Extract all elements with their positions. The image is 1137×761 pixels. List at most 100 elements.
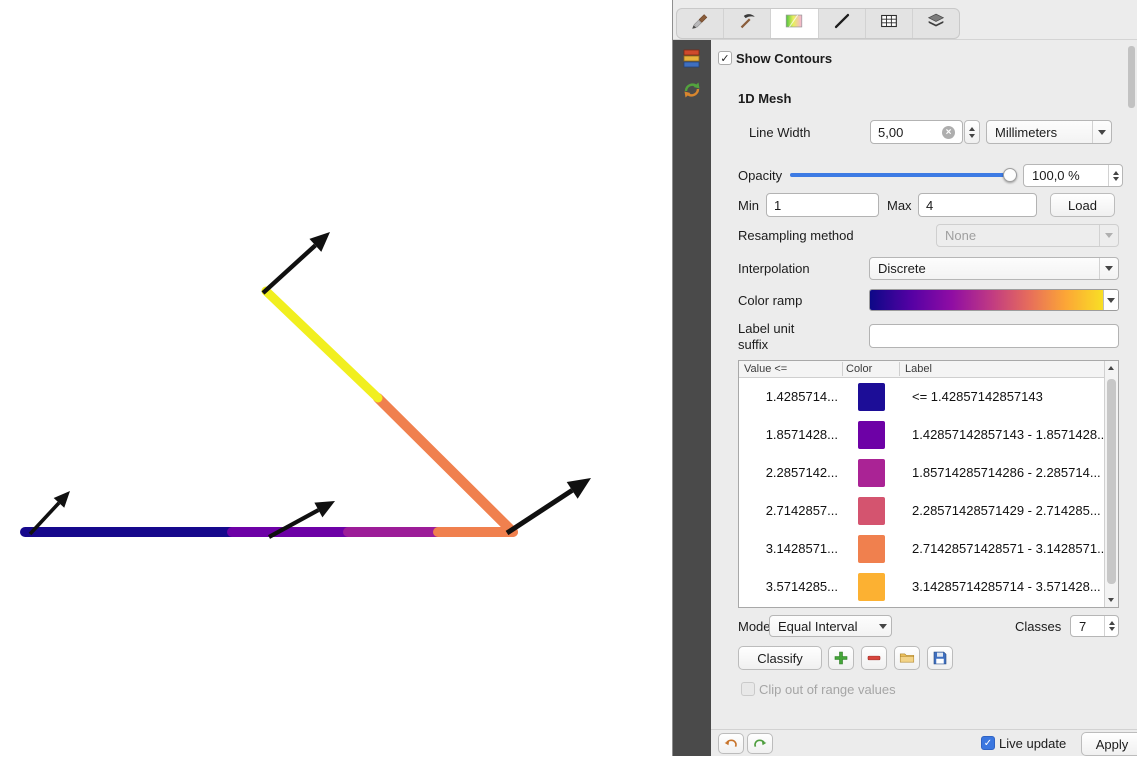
- clear-icon[interactable]: ×: [942, 126, 955, 139]
- scrollbar-thumb[interactable]: [1107, 379, 1116, 584]
- opacity-stepper[interactable]: [1108, 165, 1122, 186]
- classify-button[interactable]: Classify: [738, 646, 822, 670]
- table-row[interactable]: 3.1428571... 2.71428571428571 - 3.142857…: [740, 530, 1105, 568]
- color-ramp-menu-button[interactable]: [1103, 290, 1118, 310]
- step-up-icon: [1113, 171, 1119, 175]
- cell-value[interactable]: 2.2857142...: [740, 454, 838, 492]
- cell-label[interactable]: <= 1.42857142857143: [912, 378, 1043, 416]
- opacity-label: Opacity: [738, 168, 782, 183]
- label-unit-suffix-input[interactable]: [869, 324, 1119, 348]
- cell-label[interactable]: 2.28571428571429 - 2.714285...: [912, 492, 1101, 530]
- tab-stacked-averaging[interactable]: [913, 9, 959, 38]
- table-scrollbar[interactable]: [1104, 361, 1118, 607]
- line-width-unit-value: Millimeters: [987, 125, 1092, 140]
- header-label: Label: [905, 363, 932, 375]
- resampling-label: Resampling method: [738, 228, 854, 243]
- color-ramp-control[interactable]: [869, 289, 1119, 311]
- cell-label[interactable]: 1.85714285714286 - 2.285714...: [912, 454, 1101, 492]
- cell-value[interactable]: 1.8571428...: [740, 416, 838, 454]
- table-row[interactable]: 1.8571428... 1.42857142857143 - 1.857142…: [740, 416, 1105, 454]
- tab-mesh-frame[interactable]: [866, 9, 913, 38]
- opacity-slider[interactable]: [790, 166, 1017, 184]
- tab-contours[interactable]: [771, 9, 818, 38]
- classes-spinbox[interactable]: 7: [1070, 615, 1119, 637]
- styling-tabbar: [676, 8, 960, 39]
- color-swatch[interactable]: [858, 573, 885, 601]
- cell-value[interactable]: 3.1428571...: [740, 530, 838, 568]
- floppy-disk-icon: [931, 649, 949, 667]
- slider-handle[interactable]: [1003, 168, 1017, 182]
- redo-arrow-icon: [751, 735, 769, 753]
- layer-styling-panel: ✓ Show Contours 1D Mesh Line Width 5,00 …: [672, 0, 1137, 756]
- interpolation-combo[interactable]: Discrete: [869, 257, 1119, 280]
- tab-1d-lines[interactable]: [819, 9, 866, 38]
- layers-icon: [925, 10, 947, 37]
- table-row[interactable]: 2.2857142... 1.85714285714286 - 2.285714…: [740, 454, 1105, 492]
- refresh-arrows-icon: [680, 78, 704, 102]
- color-gradient-icon: [783, 10, 805, 37]
- mesh-svg: [0, 0, 672, 756]
- classes-value: 7: [1071, 619, 1104, 634]
- load-classes-button[interactable]: [894, 646, 920, 670]
- chevron-down-icon: [1107, 298, 1115, 303]
- chevron-down-icon: [1092, 121, 1111, 143]
- color-swatch[interactable]: [858, 535, 885, 563]
- remove-class-button[interactable]: [861, 646, 887, 670]
- cell-value[interactable]: 2.7142857...: [740, 492, 838, 530]
- line-width-unit-combo[interactable]: Millimeters: [986, 120, 1112, 144]
- mode-combo[interactable]: Equal Interval: [769, 615, 892, 637]
- load-button[interactable]: Load: [1050, 193, 1115, 217]
- tab-mesh-settings[interactable]: [724, 9, 771, 38]
- live-update-checkbox[interactable]: ✓: [981, 736, 995, 750]
- max-input[interactable]: 4: [918, 193, 1037, 217]
- classes-label: Classes: [1015, 619, 1061, 634]
- cell-label[interactable]: 1.42857142857143 - 1.8571428...: [912, 416, 1108, 454]
- show-contours-checkbox[interactable]: ✓: [718, 51, 732, 65]
- color-swatch[interactable]: [858, 383, 885, 411]
- step-down-icon: [1109, 627, 1115, 631]
- min-input[interactable]: 1: [766, 193, 879, 217]
- minus-icon: [865, 649, 883, 667]
- cell-label[interactable]: 2.71428571428571 - 3.1428571...: [912, 530, 1108, 568]
- color-swatch[interactable]: [858, 497, 885, 525]
- color-swatch[interactable]: [858, 459, 885, 487]
- column-divider: [842, 362, 843, 376]
- mesh-section-title: 1D Mesh: [738, 91, 791, 106]
- resampling-value: None: [937, 228, 1099, 243]
- tab-symbology[interactable]: [677, 9, 724, 38]
- add-class-button[interactable]: [828, 646, 854, 670]
- show-contours-label: Show Contours: [736, 51, 832, 66]
- cell-value[interactable]: 3.5714285...: [740, 568, 838, 606]
- map-canvas[interactable]: [0, 0, 672, 756]
- style-history-button[interactable]: [680, 78, 704, 102]
- line-width-input[interactable]: 5,00 ×: [870, 120, 963, 144]
- redo-button[interactable]: [747, 733, 773, 754]
- color-ramp-gradient[interactable]: [870, 290, 1103, 310]
- undo-button[interactable]: [718, 733, 744, 754]
- cell-value[interactable]: 1.4285714...: [740, 378, 838, 416]
- scroll-up-icon[interactable]: [1108, 366, 1114, 370]
- live-update-label: Live update: [999, 736, 1066, 751]
- cell-label[interactable]: 3.14285714285714 - 3.571428...: [912, 568, 1101, 606]
- grid-icon: [878, 10, 900, 37]
- label-unit-suffix-label: Label unit suffix: [738, 321, 816, 353]
- panel-side-strip: [673, 40, 711, 756]
- opacity-spinbox[interactable]: 100,0 %: [1023, 164, 1123, 187]
- panel-scrollbar-thumb[interactable]: [1128, 46, 1135, 108]
- scroll-down-icon[interactable]: [1108, 598, 1114, 602]
- bottom-divider: [711, 729, 1137, 730]
- line-width-stepper[interactable]: [964, 120, 980, 144]
- mode-value: Equal Interval: [770, 619, 875, 634]
- classes-stepper[interactable]: [1104, 616, 1118, 636]
- max-label: Max: [887, 198, 912, 213]
- folder-icon: [898, 649, 916, 667]
- color-swatch[interactable]: [858, 421, 885, 449]
- apply-button[interactable]: Apply: [1081, 732, 1137, 756]
- line-width-value: 5,00: [878, 125, 942, 140]
- save-classes-button[interactable]: [927, 646, 953, 670]
- classes-table: Value <= Color Label 1.4285714... <= 1.4…: [738, 360, 1119, 608]
- table-row[interactable]: 3.5714285... 3.14285714285714 - 3.571428…: [740, 568, 1105, 606]
- layer-symbology-button[interactable]: [680, 46, 704, 70]
- table-row[interactable]: 1.4285714... <= 1.42857142857143: [740, 378, 1105, 416]
- table-row[interactable]: 2.7142857... 2.28571428571429 - 2.714285…: [740, 492, 1105, 530]
